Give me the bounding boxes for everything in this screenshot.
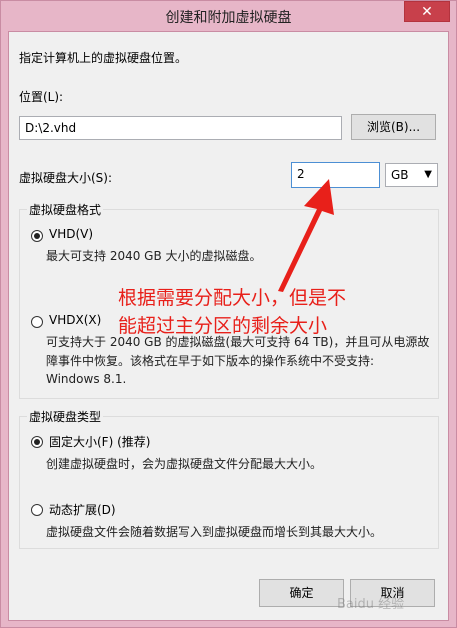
size-unit-value: GB [391, 168, 409, 182]
title-bar[interactable]: 创建和附加虚拟硬盘 ✕ [1, 1, 456, 31]
watermark: Baidu 经验 [337, 597, 405, 612]
vhdx-description-line3: Windows 8.1. [46, 372, 127, 386]
vhdx-radio[interactable] [31, 316, 43, 328]
chevron-down-icon: ▼ [424, 169, 432, 180]
dynamic-expand-description: 虚拟硬盘文件会随着数据写入到虚拟硬盘而增长到其最大大小。 [46, 525, 383, 539]
ok-button[interactable]: 确定 [259, 579, 344, 607]
size-label: 虚拟硬盘大小(S): [19, 171, 113, 185]
annotation-arrow [278, 179, 334, 292]
location-input[interactable]: D:\2.vhd [19, 116, 342, 140]
intro-text: 指定计算机上的虚拟硬盘位置。 [19, 51, 188, 65]
vhd-description: 最大可支持 2040 GB 大小的虚拟磁盘。 [46, 249, 262, 263]
size-unit-select[interactable]: GB ▼ [385, 163, 438, 187]
type-group-legend: 虚拟硬盘类型 [27, 408, 104, 425]
format-group-legend: 虚拟硬盘格式 [27, 201, 104, 218]
vhdx-description-line2: 障事件中恢复。该格式在早于如下版本的操作系统中不受支持: [46, 354, 375, 368]
vhd-label[interactable]: VHD(V) [49, 227, 93, 241]
annotation-line2: 能超过主分区的剩余大小 [118, 315, 328, 337]
browse-button[interactable]: 浏览(B)... [351, 114, 436, 140]
fixed-size-label[interactable]: 固定大小(F) (推荐) [49, 433, 150, 450]
dialog-window: 创建和附加虚拟硬盘 ✕ 指定计算机上的虚拟硬盘位置。 位置(L): D:\2.v… [0, 0, 457, 628]
vhdx-label[interactable]: VHDX(X) [49, 313, 101, 327]
dynamic-expand-label[interactable]: 动态扩展(D) [49, 501, 116, 518]
arrow-shape [278, 179, 334, 292]
dynamic-expand-radio[interactable] [31, 504, 43, 516]
vhd-radio[interactable] [31, 230, 43, 242]
fixed-size-description: 创建虚拟硬盘时，会为虚拟硬盘文件分配最大大小。 [46, 457, 323, 471]
window-title: 创建和附加虚拟硬盘 [165, 10, 292, 26]
close-button[interactable]: ✕ [404, 1, 450, 22]
location-label: 位置(L): [19, 90, 64, 104]
fixed-size-radio[interactable] [31, 436, 43, 448]
